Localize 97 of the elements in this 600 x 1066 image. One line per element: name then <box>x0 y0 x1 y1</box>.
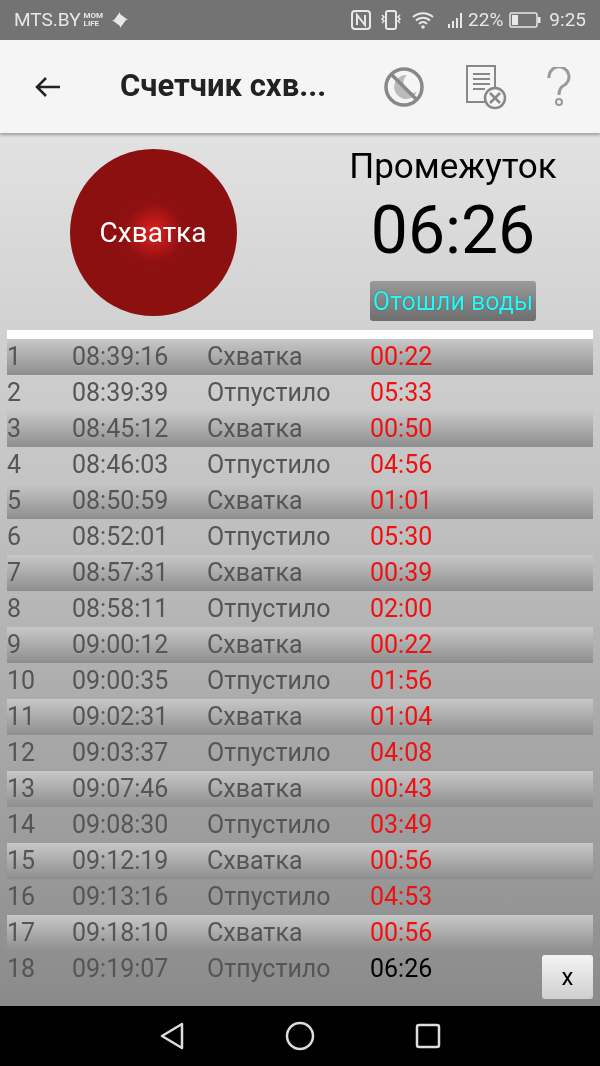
carrier-logo: MOM LIFE <box>83 12 105 28</box>
row-number: 6 <box>7 521 23 554</box>
home-nav-button[interactable] <box>285 1021 315 1051</box>
contraction-button[interactable]: Схватка <box>69 149 237 316</box>
event-duration: 01:04 <box>370 701 433 734</box>
event-duration: 00:56 <box>370 845 433 878</box>
event-time: 08:39:16 <box>72 341 170 374</box>
row-number: 9 <box>7 629 23 662</box>
event-time: 09:03:37 <box>72 737 170 770</box>
row-number: 10 <box>7 665 37 698</box>
event-time: 09:13:16 <box>72 881 170 914</box>
interval-label: Промежуток <box>349 145 557 189</box>
event-type: Отпустило <box>207 593 332 626</box>
crossed-moon-icon <box>383 65 425 108</box>
row-number: 14 <box>7 809 37 842</box>
row-number: 4 <box>7 449 23 482</box>
event-type: Схватка <box>207 917 304 950</box>
event-duration: 00:56 <box>370 917 433 950</box>
event-type: Схватка <box>207 629 304 662</box>
event-duration: 04:53 <box>370 881 433 914</box>
event-type: Отпустило <box>207 665 332 698</box>
event-duration: 03:49 <box>370 809 433 842</box>
row-number: 3 <box>7 413 23 446</box>
row-number: 17 <box>7 917 37 950</box>
event-type: Схватка <box>207 845 304 878</box>
row-number: 11 <box>7 701 37 734</box>
event-time: 08:50:59 <box>72 485 170 518</box>
row-number: 16 <box>7 881 37 914</box>
event-type: Отпустило <box>207 449 332 482</box>
delete-button[interactable]: x <box>542 955 593 999</box>
clear-list-button[interactable] <box>464 63 508 110</box>
event-duration: 00:39 <box>370 557 433 590</box>
event-duration: 00:50 <box>370 413 433 446</box>
row-number: 2 <box>7 377 23 410</box>
event-type: Схватка <box>207 557 304 590</box>
event-duration: 04:56 <box>370 449 433 482</box>
event-duration: 05:33 <box>370 377 433 410</box>
list-delete-icon <box>465 63 507 110</box>
event-type: Отпустило <box>207 737 332 770</box>
event-type: Отпустило <box>207 521 332 554</box>
night-mode-off-button[interactable] <box>382 64 426 109</box>
event-time: 09:07:46 <box>72 773 170 806</box>
wifi-icon <box>411 10 436 30</box>
event-duration: 04:08 <box>370 737 433 770</box>
event-time: 08:46:03 <box>72 449 170 482</box>
event-type: Отпустило <box>207 953 332 986</box>
row-number: 18 <box>7 953 37 986</box>
battery-icon <box>509 12 542 28</box>
back-arrow-icon <box>34 74 62 99</box>
event-type: Отпустило <box>207 881 332 914</box>
event-time: 08:57:31 <box>72 557 170 590</box>
event-time: 08:58:11 <box>72 593 170 626</box>
recents-square-icon <box>415 1023 441 1049</box>
recents-nav-button[interactable] <box>415 1023 441 1049</box>
event-duration: 06:26 <box>370 953 433 986</box>
row-number: 15 <box>7 845 37 878</box>
event-duration: 00:43 <box>370 773 433 806</box>
event-duration: 01:56 <box>370 665 433 698</box>
interval-value: 06:26 <box>370 191 536 271</box>
battery-percent: 22% <box>468 6 504 33</box>
event-type: Схватка <box>207 485 304 518</box>
event-type: Схватка <box>207 413 304 446</box>
home-circle-icon <box>285 1021 315 1051</box>
event-duration: 00:22 <box>370 629 433 662</box>
event-time: 09:08:30 <box>72 809 170 842</box>
event-duration: 05:30 <box>370 521 433 554</box>
event-type: Отпустило <box>207 809 332 842</box>
event-duration: 00:22 <box>370 341 433 374</box>
event-time: 09:00:12 <box>72 629 170 662</box>
event-type: Отпустило <box>207 377 332 410</box>
event-time: 09:00:35 <box>72 665 170 698</box>
event-type: Схватка <box>207 773 304 806</box>
event-time: 09:18:10 <box>72 917 170 950</box>
row-number: 13 <box>7 773 37 806</box>
event-duration: 02:00 <box>370 593 433 626</box>
back-triangle-icon <box>159 1022 185 1050</box>
clock: 9:25 <box>549 6 586 33</box>
vibrate-icon <box>379 10 404 30</box>
back-nav-button[interactable] <box>159 1022 185 1050</box>
nfc-icon <box>351 10 372 30</box>
row-number: 7 <box>7 557 23 590</box>
help-icon <box>546 66 572 107</box>
carrier-name: MTS.BY <box>14 6 81 33</box>
event-duration: 01:01 <box>370 485 433 518</box>
event-time: 08:39:39 <box>72 377 170 410</box>
event-type: Схватка <box>207 341 304 374</box>
toolbar-title: Счетчик схв... <box>120 66 327 107</box>
row-number: 1 <box>7 341 23 374</box>
event-time: 08:52:01 <box>72 521 170 554</box>
event-time: 08:45:12 <box>72 413 170 446</box>
row-number: 8 <box>7 593 23 626</box>
row-number: 5 <box>7 485 23 518</box>
event-time: 09:19:07 <box>72 953 170 986</box>
event-time: 09:02:31 <box>72 701 170 734</box>
row-number: 12 <box>7 737 37 770</box>
event-time: 09:12:19 <box>72 845 170 878</box>
event-type: Схватка <box>207 701 304 734</box>
